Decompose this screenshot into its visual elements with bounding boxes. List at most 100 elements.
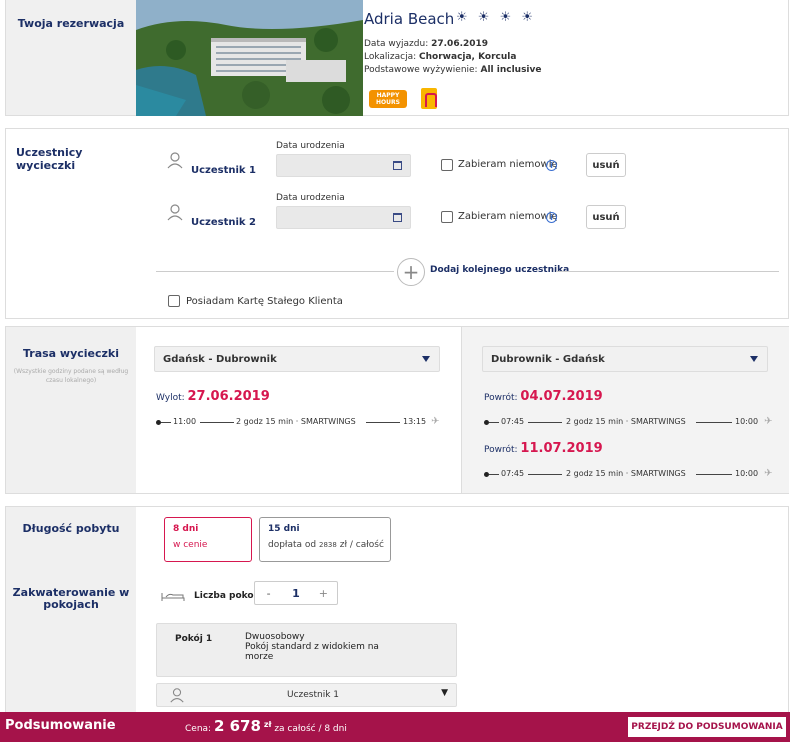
dob-input[interactable] <box>276 206 411 229</box>
person-icon <box>170 688 184 703</box>
plane-icon: ✈ <box>764 468 773 479</box>
participant-name: Uczestnik 1 <box>191 165 257 176</box>
sun-rating-icons: ☀ ☀ ☀ ☀ <box>456 10 537 25</box>
return-route-value: Dubrownik - Gdańsk <box>491 354 605 365</box>
duration-option-title: 15 dni <box>268 524 300 534</box>
remove-participant-button[interactable]: usuń <box>586 205 626 229</box>
happy-hours-badge-icon: HAPPY HOURS <box>369 90 407 108</box>
outbound-flight: 11:00 2 godz 15 min · SMARTWINGS 13:15 ✈ <box>156 416 446 429</box>
route-time-note: (Wszystkie godziny podane są według czas… <box>13 368 129 384</box>
duration-section-label: Długość pobytu <box>22 522 120 535</box>
outbound-route-select[interactable]: Gdańsk - Dubrownik <box>154 346 440 372</box>
flight-line <box>696 474 732 475</box>
return-route-select[interactable]: Dubrownik - Gdańsk <box>482 346 768 372</box>
outbound-date-line: Wylot: 27.06.2019 <box>156 389 270 404</box>
flight-line <box>489 474 499 475</box>
price-amount: 2 678 <box>213 717 261 735</box>
return-date: 11.07.2019 <box>520 441 603 456</box>
loyalty-card-checkbox[interactable] <box>168 295 180 307</box>
return-date: 04.07.2019 <box>520 389 603 404</box>
add-participant-link[interactable]: Dodaj kolejnego uczestnika <box>430 265 569 275</box>
participants-card: Uczestnicy wycieczki Uczestnik 1 Data ur… <box>5 128 789 319</box>
location-value: Chorwacja, Korcula <box>419 52 517 62</box>
decrement-button[interactable]: - <box>255 587 282 600</box>
hotel-photo[interactable] <box>136 0 363 116</box>
flight-info: 2 godz 15 min · SMARTWINGS <box>566 469 686 478</box>
stay-label-column <box>6 507 136 742</box>
divider <box>556 271 779 272</box>
room-count-label: Liczba pokoi <box>194 591 257 601</box>
board-line: Podstawowe wyżywienie: All inclusive <box>364 65 542 75</box>
summary-title: Podsumowanie <box>5 718 116 733</box>
room-count-value[interactable]: 1 <box>282 587 309 600</box>
flight-line <box>366 422 400 423</box>
dropdown-arrow-icon <box>422 356 430 362</box>
price-summary: Cena: 2 678 zł za całość / 8 dni <box>185 717 347 735</box>
increment-button[interactable]: + <box>310 587 337 600</box>
add-participant-icon[interactable]: + <box>397 258 425 286</box>
return-flight: 07:45 2 godz 15 min · SMARTWINGS 10:00 ✈ <box>484 468 784 481</box>
infant-checkbox[interactable] <box>441 159 453 171</box>
room-type: Dwuosobowy <box>245 632 305 642</box>
room-participant-select[interactable]: Uczestnik 1 ▼ <box>156 683 457 707</box>
duration-option-8[interactable]: 8 dni w cenie <box>164 517 252 562</box>
dropdown-arrow-icon <box>750 356 758 362</box>
room-participant-value: Uczestnik 1 <box>287 690 340 700</box>
departure-time: 07:45 <box>501 417 525 426</box>
room-name: Pokój 1 <box>175 634 213 644</box>
duration-option-sub: dopłata od 2838 zł / całość <box>268 540 384 550</box>
return-date-label: Powrót: <box>484 393 518 403</box>
remove-participant-button[interactable]: usuń <box>586 153 626 177</box>
calendar-icon[interactable] <box>393 213 402 222</box>
hotel-name: Adria Beach <box>364 10 455 28</box>
route-card: Trasa wycieczki (Wszystkie godziny podan… <box>5 326 789 494</box>
duration-option-15[interactable]: 15 dni dopłata od 2838 zł / całość <box>259 517 391 562</box>
board-label: Podstawowe wyżywienie: <box>364 65 478 75</box>
return-date-line[interactable]: Powrót: 04.07.2019 <box>484 389 603 404</box>
divider <box>156 271 394 272</box>
return-date-label: Powrót: <box>484 445 518 455</box>
summary-footer: Podsumowanie Cena: 2 678 zł za całość / … <box>0 712 790 742</box>
flight-info: 2 godz 15 min · SMARTWINGS <box>566 417 686 426</box>
return-flight: 07:45 2 godz 15 min · SMARTWINGS 10:00 ✈ <box>484 416 784 429</box>
person-icon <box>167 204 183 221</box>
participants-section-label: Uczestnicy wycieczki <box>16 146 83 172</box>
price-label: Cena: <box>185 724 212 734</box>
outbound-date: 27.06.2019 <box>187 389 270 404</box>
price-currency: zł <box>263 720 272 729</box>
arrival-time: 10:00 <box>735 469 759 478</box>
info-icon[interactable]: i <box>546 212 557 223</box>
flight-line <box>528 474 562 475</box>
departure-time: 07:45 <box>501 469 525 478</box>
info-icon[interactable]: i <box>546 160 557 171</box>
go-to-summary-button[interactable]: PRZEJDŹ DO PODSUMOWANIA <box>627 716 787 738</box>
return-panel: Dubrownik - Gdańsk Powrót: 04.07.2019 07… <box>461 327 789 493</box>
arrival-time: 13:15 <box>403 417 427 426</box>
person-icon <box>167 152 183 169</box>
duration-option-sub: w cenie <box>173 540 208 550</box>
departure-date-line: Data wyjazdu: 27.06.2019 <box>364 39 488 49</box>
outbound-route-value: Gdańsk - Dubrownik <box>163 354 277 365</box>
outbound-date-label: Wylot: <box>156 393 185 403</box>
room-count-stepper[interactable]: - 1 + <box>254 581 338 605</box>
plane-icon: ✈ <box>431 416 440 427</box>
dropdown-arrow-icon: ▼ <box>441 688 448 698</box>
flight-info: 2 godz 15 min · SMARTWINGS <box>236 417 356 426</box>
price-note: za całość / 8 dni <box>274 724 347 734</box>
dob-label: Data urodzenia <box>276 141 345 151</box>
return-date-line[interactable]: Powrót: 11.07.2019 <box>484 441 603 456</box>
calendar-icon[interactable] <box>393 161 402 170</box>
bed-icon <box>161 593 185 601</box>
infant-label: Zabieram niemowlę <box>458 159 558 170</box>
infant-label: Zabieram niemowlę <box>458 211 558 222</box>
duration-option-title: 8 dni <box>173 524 199 534</box>
flight-line <box>528 422 562 423</box>
arrival-time: 10:00 <box>735 417 759 426</box>
participant-row: Uczestnik 1 Data urodzenia Zabieram niem… <box>161 141 781 181</box>
dob-input[interactable] <box>276 154 411 177</box>
room-card: Pokój 1 Dwuosobowy Pokój standard z wido… <box>156 623 457 677</box>
infant-checkbox[interactable] <box>441 211 453 223</box>
flight-line <box>200 422 234 423</box>
participant-name: Uczestnik 2 <box>191 217 257 228</box>
location-label: Lokalizacja: <box>364 52 417 62</box>
